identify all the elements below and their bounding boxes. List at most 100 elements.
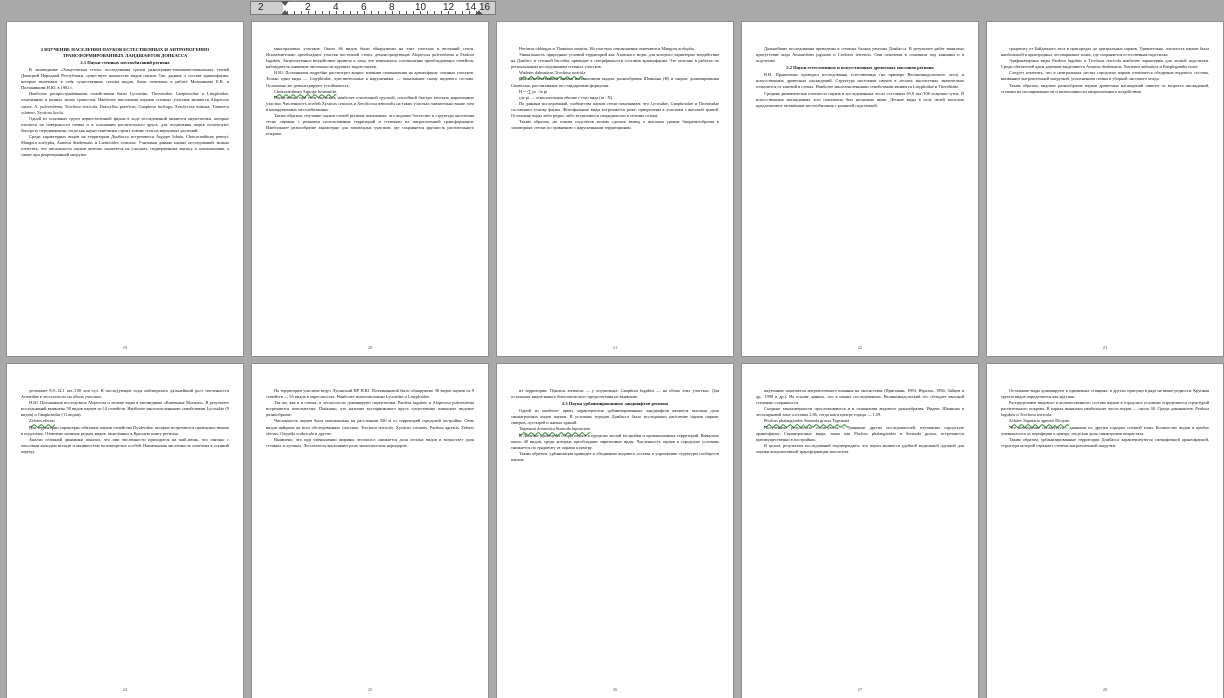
- body-paragraph: Анализ сезонной динамики показал, что пи…: [21, 436, 229, 454]
- spellcheck-underlined-term[interactable]: Cheiracanthium: [274, 89, 303, 94]
- body-paragraph: Н.Ю. Полчанинов подробно рассмотрел вопр…: [266, 70, 474, 88]
- document-page[interactable]: Остальные виды доминируют в единичных ст…: [987, 364, 1223, 698]
- document-page[interactable]: градиенту от Байдачного леса в пригорода…: [987, 22, 1223, 356]
- horizontal-ruler[interactable]: 2 2 4 6 8 10 12 14 16: [0, 0, 1224, 18]
- body-paragraph: многоразовых участков. Около 66 видов бы…: [266, 46, 474, 70]
- page-number: 23: [1102, 345, 1108, 350]
- page-number: 27: [857, 687, 863, 692]
- document-page[interactable]: детальнее 8,9–14,1 экз./100 лов.-сут. В …: [7, 364, 243, 698]
- body-paragraph: Так же, как и в степях, в лесополосах до…: [266, 400, 474, 418]
- body-paragraph: Распределение видового и количественного…: [1001, 400, 1209, 418]
- body-paragraph: Для количественной оценки использовали и…: [511, 76, 719, 88]
- ruler-tick: [364, 11, 365, 14]
- ruler-left-margin: [251, 2, 283, 14]
- body-paragraph: Таким образом, урбанизация приводит к об…: [511, 450, 719, 462]
- ruler-tick: [329, 11, 330, 14]
- ruler-tick: [434, 11, 435, 14]
- spellcheck-underlined-term[interactable]: Tegenaria domestica: [519, 426, 556, 431]
- page-number: 19: [122, 345, 128, 350]
- page-body: Остальные виды доминируют в единичных ст…: [1001, 388, 1209, 684]
- section-heading: 2.2 Пауки естественных и искусственных д…: [786, 65, 934, 71]
- body-paragraph: Среди характерных видов на территории До…: [21, 134, 229, 158]
- ruler-tick: [441, 11, 442, 14]
- body-paragraph: надземные показатели антропогенного влия…: [756, 388, 964, 406]
- ruler-tick: [378, 11, 379, 14]
- ruler-tick: [336, 11, 337, 14]
- spellcheck-underlined-term[interactable]: Tegenaria: [832, 418, 849, 423]
- chapter-heading: 2 ИЗУЧЕНИЕ НАСЕЛЕНИЯ ПАУКОВ ЕСТЕСТВЕННЫХ…: [40, 47, 210, 58]
- spellcheck-underlined-term[interactable]: Zelotes: [1009, 418, 1023, 423]
- body-paragraph: Н.Ю. Полчанинов исследовала Alopecosa и …: [21, 400, 229, 418]
- ruler-tick: [469, 11, 470, 14]
- body-paragraph: из территории. Thanatus arenarius — у оп…: [511, 388, 719, 400]
- ruler-tick: [399, 11, 400, 14]
- document-page[interactable]: многоразовых участков. Около 66 видов бы…: [252, 22, 488, 356]
- ruler-tick: [392, 11, 393, 14]
- page-body: На территории участков ведут Луганский Н…: [266, 388, 474, 684]
- page-body: многоразовых участков. Около 66 видов бы…: [266, 46, 474, 342]
- body-paragraph: В целом, результаты исследований подтвер…: [756, 442, 964, 454]
- ruler-tick: [420, 11, 421, 14]
- ruler-tick: [301, 11, 302, 14]
- document-page[interactable]: из территории. Thanatus arenarius — у оп…: [497, 364, 733, 698]
- ruler-number: 2: [258, 2, 264, 13]
- page-number: 24: [122, 687, 128, 692]
- page-number: 21: [612, 345, 618, 350]
- ruler-tick: [315, 11, 316, 14]
- ruler-tick: [455, 11, 456, 14]
- body-paragraph: Численность пауков была максимальна на р…: [266, 418, 474, 436]
- body-paragraph: На территории участков ведут Луганский Н…: [266, 388, 474, 400]
- body-paragraph: Таким образом, изучение пауков степей ре…: [266, 113, 474, 137]
- document-page[interactable]: Heriaeus oblongus и Thomisus onustus. На…: [497, 22, 733, 356]
- body-paragraph: градиенту от Байдачного леса в пригорода…: [1001, 46, 1209, 58]
- spellcheck-underlined-term[interactable]: Pholcus phalangioides: [764, 418, 804, 423]
- ruler-tick: [385, 11, 386, 14]
- body-paragraph: Сходные закономерности прослеживаются и …: [756, 406, 964, 418]
- spellcheck-underlined-term[interactable]: Steatoda bipunctata: [556, 426, 590, 431]
- page-number: 26: [612, 687, 618, 692]
- body-paragraph: В Донецке проведены сборы пауков в преде…: [511, 432, 719, 450]
- spellcheck-underlined-term[interactable]: Dictyna: [1055, 418, 1069, 423]
- body-paragraph: Таким образом, на основе подсчётов можно…: [511, 119, 719, 131]
- ruler-tick: [357, 11, 358, 14]
- body-paragraph: Следует отметить, что в центральных част…: [1001, 70, 1209, 82]
- body-paragraph: По данным исследований, сообщества пауко…: [511, 100, 719, 119]
- ruler-tick: [343, 11, 344, 14]
- page-body: детальнее 8,9–14,1 экз./100 лов.-сут. В …: [21, 388, 229, 684]
- spellcheck-underlined-term[interactable]: Steatoda grossa: [804, 418, 832, 423]
- spellcheck-underlined-term[interactable]: Wadotes dalmaticus: [519, 70, 555, 75]
- body-paragraph: Пауки-волки при этом оказались наиболее …: [266, 94, 474, 112]
- section-heading: 2.3 Пауки урбанизированных ландшафтов ре…: [561, 401, 669, 407]
- ruler-tick: [427, 11, 428, 14]
- page-body: 2 ИЗУЧЕНИЕ НАСЕЛЕНИЯ ПАУКОВ ЕСТЕСТВЕННЫХ…: [21, 46, 229, 342]
- ruler-tick: [322, 11, 323, 14]
- document-page[interactable]: На территории участков ведут Луганский Н…: [252, 364, 488, 698]
- ruler-strip[interactable]: 2 2 4 6 8 10 12 14 16: [250, 1, 496, 15]
- document-page[interactable]: 2 ИЗУЧЕНИЕ НАСЕЛЕНИЯ ПАУКОВ ЕСТЕСТВЕННЫХ…: [7, 22, 243, 356]
- page-number: 20: [367, 345, 373, 350]
- page-body: надземные показатели антропогенного влия…: [756, 388, 964, 684]
- page-number: 25: [367, 687, 373, 692]
- spellcheck-underlined-term[interactable]: Argiope bruennichi: [303, 89, 337, 94]
- spellcheck-underlined-term[interactable]: Trochosa ruricola: [555, 70, 586, 75]
- body-paragraph: Одной из основных групп первостепенной ф…: [21, 115, 229, 133]
- body-paragraph: Выявлено, что при уменьшении ширины лесо…: [266, 436, 474, 448]
- document-page[interactable]: Дальнейшие исследования проведены в степ…: [742, 22, 978, 356]
- ruler-tick: [413, 11, 414, 14]
- body-paragraph: Таким образом, урбанизированные территор…: [1001, 436, 1209, 448]
- body-paragraph: Это наблюдение согласуется с данными по …: [1001, 424, 1209, 436]
- page-number: 22: [857, 345, 863, 350]
- ruler-tick: [294, 11, 295, 14]
- ruler-tick: [371, 11, 372, 14]
- ruler-tick: [462, 11, 463, 14]
- page-body: из территории. Thanatus arenarius — у оп…: [511, 388, 719, 684]
- body-paragraph: Одной из наиболее ярких характеристик ур…: [511, 408, 719, 426]
- ruler-tick: [287, 11, 288, 14]
- ruler-tick: [476, 11, 477, 14]
- spellcheck-underlined-term[interactable]: Zelotes electus: [29, 418, 55, 423]
- body-paragraph: Остальные виды доминируют в единичных ст…: [1001, 388, 1209, 400]
- body-paragraph: Наиболее распространёнными семействами б…: [21, 91, 229, 115]
- document-page[interactable]: надземные показатели антропогенного влия…: [742, 364, 978, 698]
- spellcheck-underlined-term[interactable]: Tegenaria agrestis: [1023, 418, 1056, 423]
- first-line-indent-marker[interactable]: [281, 1, 289, 6]
